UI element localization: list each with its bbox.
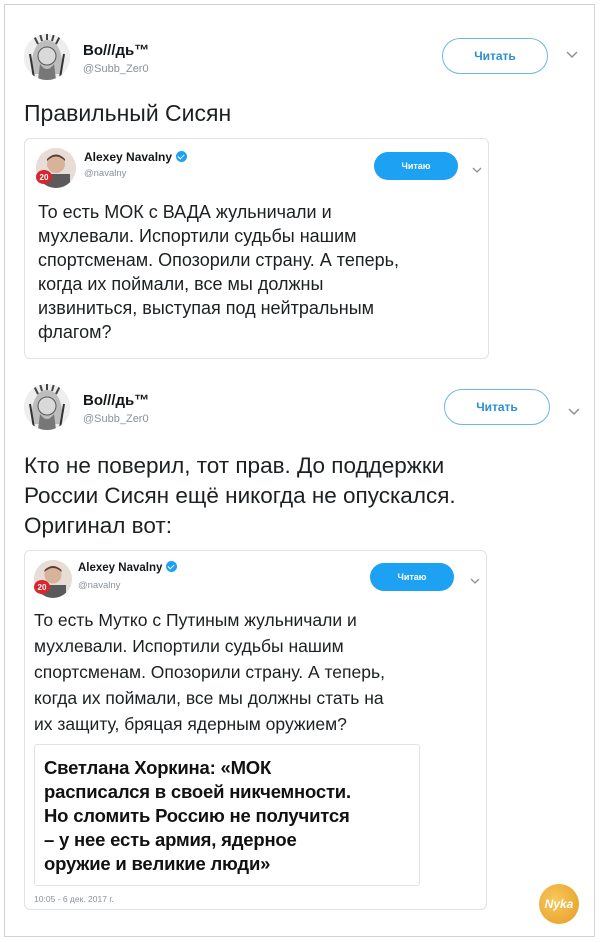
author-handle[interactable]: @Subb_Zer0 xyxy=(83,413,149,425)
author-avatar[interactable] xyxy=(24,384,70,430)
headline-line: Светлана Хоркина: «МОК xyxy=(44,757,272,778)
text-line: То есть Мутко с Путиным жульничали и xyxy=(34,610,357,630)
text-line: То есть МОК с ВАДА жульничали и xyxy=(38,202,332,222)
watermark-logo: Nyka xyxy=(539,884,579,924)
author-handle[interactable]: @Subb_Zer0 xyxy=(83,63,149,75)
quoted-tweet-text: То есть МОК с ВАДА жульничали и мухлевал… xyxy=(38,200,399,344)
headline-line: расписался в своей никчемности. xyxy=(44,781,351,802)
headline-line: Но сломить Россию не получится xyxy=(44,805,350,826)
following-button[interactable]: Читаю xyxy=(374,152,458,180)
chevron-down-icon[interactable] xyxy=(472,161,482,179)
quoted-author-line[interactable]: Alexey Navalny xyxy=(84,150,188,164)
text-line: мухлевали. Испортили судьбы нашим xyxy=(34,636,344,656)
avatar-badge-text: 20 xyxy=(37,582,47,592)
headline-line: – у нее есть армия, ядерное xyxy=(44,829,297,850)
text-line: спортсменам. Опозорили страну. А теперь, xyxy=(34,662,385,682)
follow-button[interactable]: Читать xyxy=(442,38,548,74)
chevron-down-icon[interactable] xyxy=(566,46,578,64)
quoted-author-name[interactable]: Alexey Navalny xyxy=(84,150,172,164)
author-name[interactable]: Во///дь™ xyxy=(83,392,149,409)
text-line: спортсменам. Опозорили страну. А теперь, xyxy=(38,250,399,270)
avatar-badge: 20 xyxy=(36,170,52,184)
follow-button[interactable]: Читать xyxy=(444,389,550,425)
text-line: Оригинал вот: xyxy=(24,513,172,538)
avatar-badge-text: 20 xyxy=(39,172,49,182)
quoted-author-name[interactable]: Alexey Navalny xyxy=(78,562,162,574)
quoted-tweet-text: То есть Мутко с Путиным жульничали и мух… xyxy=(34,607,385,737)
following-button[interactable]: Читаю xyxy=(370,563,454,591)
chevron-down-icon[interactable] xyxy=(568,403,580,421)
text-line: флагом? xyxy=(38,322,112,342)
headline-line: оружие и великие люди» xyxy=(44,853,271,874)
text-line: Кто не поверил, тот прав. До поддержки xyxy=(24,453,445,478)
tweet-text: Правильный Сисян xyxy=(24,100,232,126)
quoted-author-handle[interactable]: @navalny xyxy=(78,580,120,591)
verified-badge-icon xyxy=(176,151,188,163)
avatar-badge: 20 xyxy=(34,580,50,594)
text-line: когда их поймали, все мы должны стать на xyxy=(34,688,384,708)
chevron-down-icon[interactable] xyxy=(470,572,480,590)
author-avatar[interactable] xyxy=(24,34,70,80)
text-line: когда их поймали, все мы должны xyxy=(38,274,324,294)
quoted-author-handle[interactable]: @navalny xyxy=(84,168,126,179)
watermark-text: Nyka xyxy=(544,897,574,911)
text-line: России Сисян ещё никогда не опускался. xyxy=(24,483,456,508)
text-line: извиниться, выступая под нейтральным xyxy=(38,298,375,318)
native-chief-avatar-image xyxy=(24,34,70,80)
tweet-timestamp[interactable]: 10:05 - 6 дек. 2017 г. xyxy=(34,894,114,904)
text-line: мухлевали. Испортили судьбы нашим xyxy=(38,226,357,246)
verified-badge-icon xyxy=(166,561,178,573)
native-chief-avatar-image xyxy=(24,384,70,430)
tweet-text: Кто не поверил, тот прав. До поддержки Р… xyxy=(24,451,456,541)
quoted-author-line[interactable]: Alexey Navalny xyxy=(78,561,178,574)
author-name[interactable]: Во///дь™ xyxy=(83,42,149,59)
article-headline: Светлана Хоркина: «МОК расписался в свое… xyxy=(44,756,351,876)
text-line: их защиту, бряцая ядерным оружием? xyxy=(34,714,347,734)
